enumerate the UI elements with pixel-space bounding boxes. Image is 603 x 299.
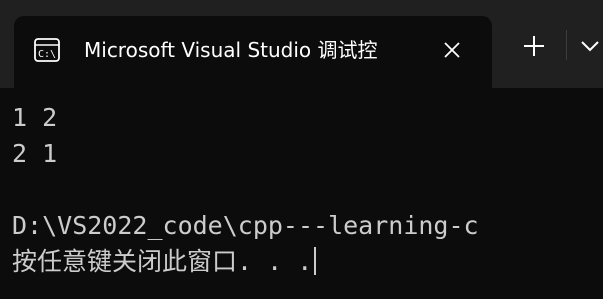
tab-title: Microsoft Visual Studio 调试控 — [84, 38, 378, 62]
path-line: D:\VS2022_code\cpp---learning-c — [12, 211, 479, 240]
console-icon: C:\ — [34, 38, 60, 62]
svg-text:C:\: C:\ — [38, 49, 56, 60]
tab-terminal[interactable]: C:\ Microsoft Visual Studio 调试控 — [14, 16, 492, 88]
prompt-line: 按任意键关闭此窗口. . . — [12, 244, 603, 280]
tab-dropdown-button[interactable] — [574, 26, 603, 66]
new-tab-button[interactable] — [514, 26, 554, 66]
close-icon[interactable] — [438, 36, 466, 64]
output-line: 2 1 — [12, 139, 58, 168]
plus-icon — [524, 36, 544, 56]
output-line: 1 2 — [12, 103, 58, 132]
terminal-output[interactable]: 1 2 2 1 D:\VS2022_code\cpp---learning-c … — [12, 100, 603, 299]
chevron-down-icon — [581, 41, 599, 52]
prompt-text: 按任意键关闭此窗口. . . — [12, 247, 313, 276]
toolbar-divider — [566, 30, 567, 60]
text-cursor — [314, 247, 317, 275]
title-bar: C:\ Microsoft Visual Studio 调试控 — [0, 0, 603, 88]
